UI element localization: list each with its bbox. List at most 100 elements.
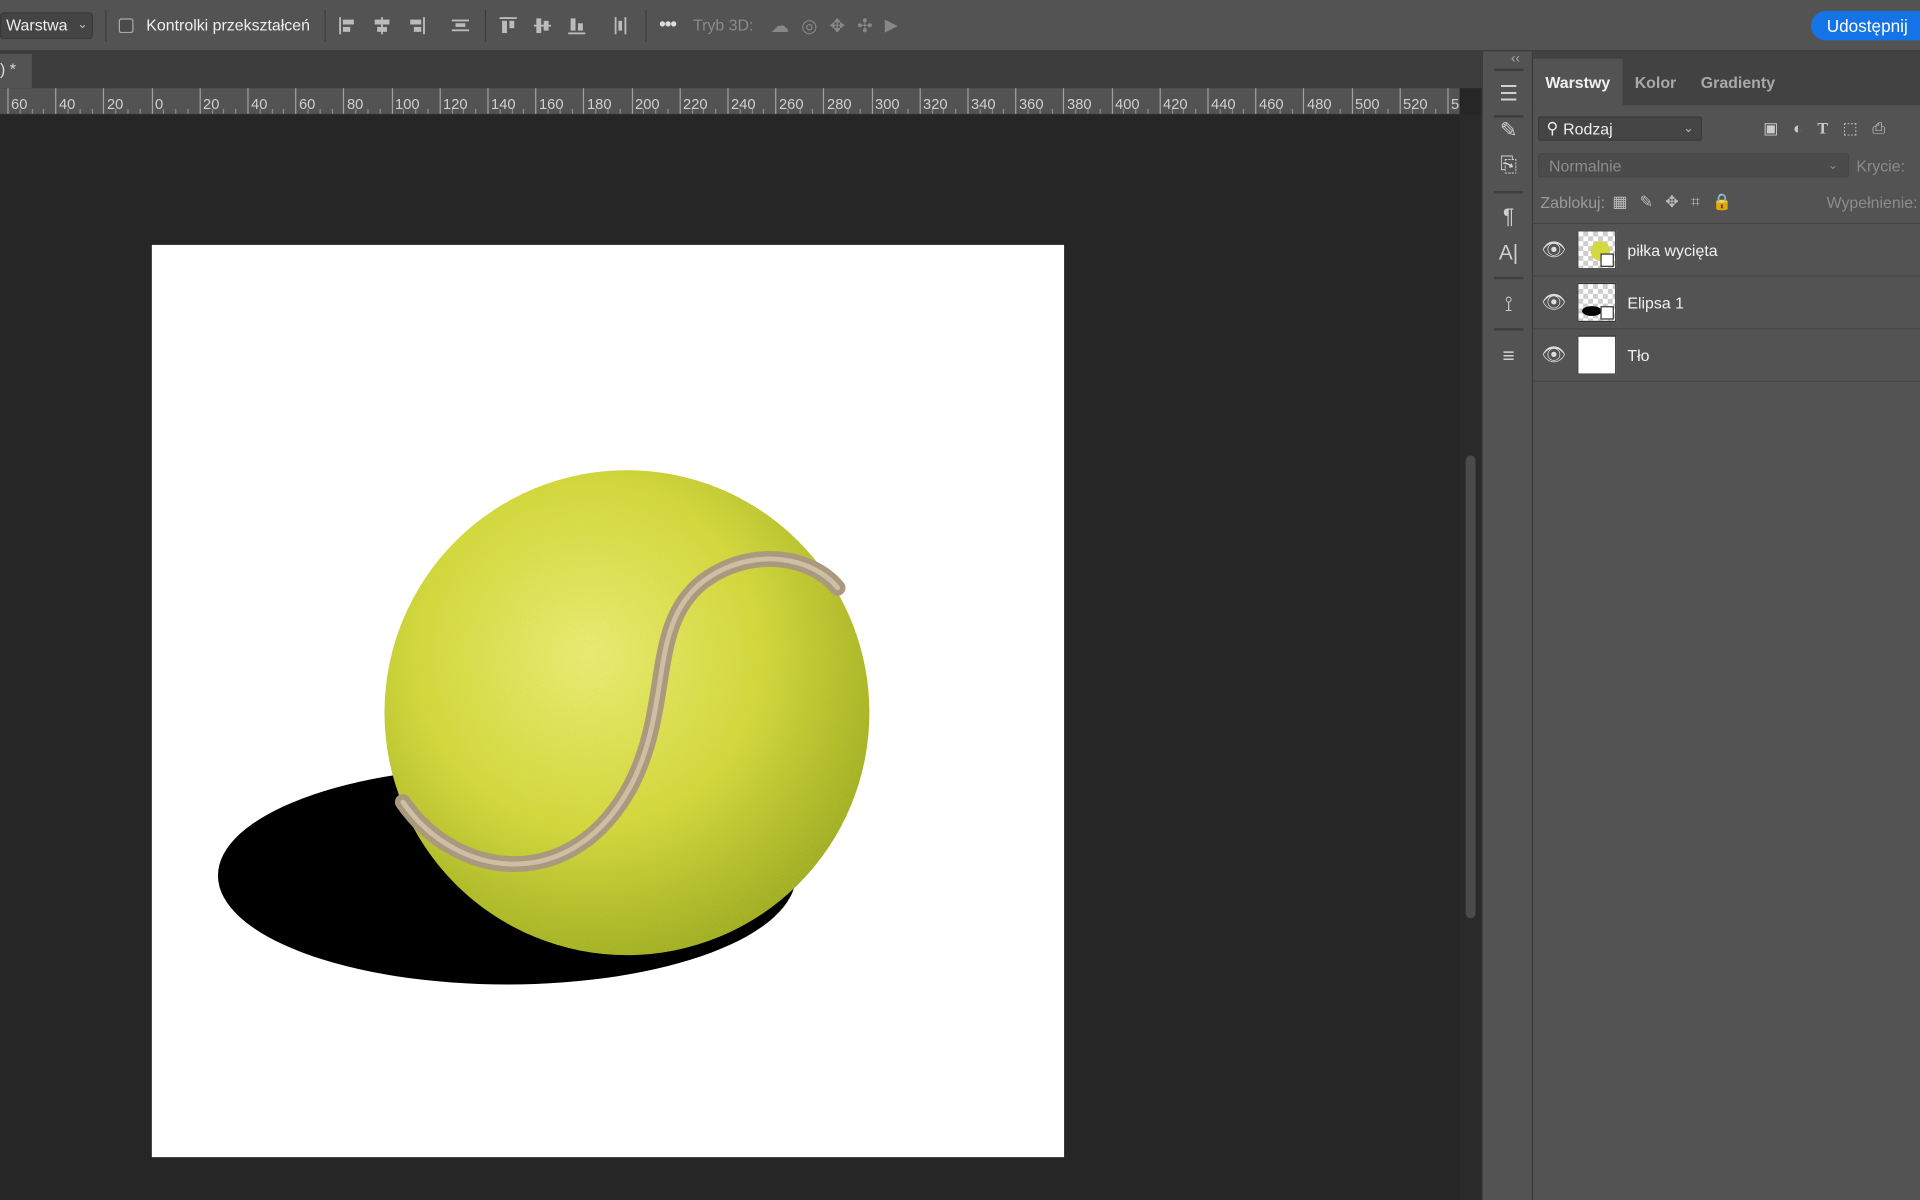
adjustment-layer-filter-icon[interactable]: ◐: [1793, 119, 1803, 139]
document-tab[interactable]: ) *: [0, 53, 32, 89]
lock-image-pixels-icon[interactable]: ✎: [1640, 192, 1653, 212]
more-options-icon[interactable]: •••: [659, 14, 677, 36]
visibility-eye-icon[interactable]: 👁: [1533, 238, 1575, 262]
ruler-minor-tick: [1003, 108, 1005, 114]
lock-label: Zablokuj:: [1540, 192, 1606, 212]
layers-list: 👁 piłka wycięta 👁 Elipsa 1 👁 Tło: [1533, 222, 1920, 383]
align-right-icon[interactable]: [407, 15, 427, 35]
layer-row[interactable]: 👁 Tło: [1533, 329, 1920, 383]
align-vertical-center-icon[interactable]: [533, 15, 553, 35]
slide-3d-icon[interactable]: ✣: [857, 14, 872, 36]
lock-all-icon[interactable]: 🔒: [1712, 192, 1732, 212]
properties-icon[interactable]: ☰: [1493, 78, 1525, 110]
horizontal-ruler[interactable]: 60 40 20 0 20 40 60 80 100 120 140 160 180 200 220 240 2…: [0, 88, 1460, 116]
transform-controls-label: Kontrolki przekształceń: [146, 15, 310, 35]
layer-row[interactable]: 👁 piłka wycięta: [1533, 224, 1920, 277]
dock-grip[interactable]: [1493, 68, 1524, 72]
tab-gradients[interactable]: Gradienty: [1689, 59, 1788, 106]
chevron-down-icon: ⌄: [1683, 121, 1694, 136]
dock-grip[interactable]: [1493, 276, 1524, 280]
auto-select-dropdown[interactable]: Warstwa ⌄: [0, 11, 94, 39]
ruler-minor-tick: [43, 108, 45, 114]
paragraph-icon[interactable]: ¶: [1493, 201, 1525, 233]
tab-color[interactable]: Kolor: [1622, 59, 1688, 106]
ruler-minor-tick: [1231, 108, 1233, 114]
collapse-panels-icon[interactable]: ‹‹: [1511, 51, 1520, 66]
orbit-3d-icon[interactable]: ☁: [771, 14, 789, 36]
ruler-minor-tick: [895, 108, 897, 114]
lock-artboard-icon[interactable]: ⌗: [1691, 192, 1700, 212]
lock-position-icon[interactable]: ✥: [1665, 192, 1678, 212]
ruler-minor-tick: [307, 108, 309, 114]
smart-object-filter-icon[interactable]: ⎙: [1872, 119, 1885, 139]
share-button[interactable]: Udostępnij: [1810, 11, 1920, 41]
drag-3d-icon[interactable]: ✥: [829, 14, 844, 36]
tab-layers[interactable]: Warstwy: [1533, 58, 1623, 106]
blend-mode-dropdown[interactable]: Normalnie ⌄: [1537, 153, 1849, 178]
align-top-icon[interactable]: [499, 15, 519, 35]
ruler-minor-tick: [331, 108, 333, 114]
scrollbar-thumb[interactable]: [1465, 455, 1476, 919]
document-canvas[interactable]: [151, 244, 1065, 1158]
type-layer-filter-icon[interactable]: T: [1817, 119, 1828, 139]
visibility-eye-icon[interactable]: 👁: [1533, 290, 1575, 314]
photoshop-window: Warstwa ⌄ Kontrolki przekształceń ••• Tr…: [0, 0, 1920, 1200]
visibility-eye-icon[interactable]: 👁: [1533, 343, 1575, 367]
canvas-artwork: [217, 470, 870, 985]
ruler-minor-tick: [943, 108, 945, 114]
dock-grip[interactable]: [1493, 328, 1524, 331]
ruler-tick: [343, 88, 345, 114]
shape-layer-filter-icon[interactable]: ⬚: [1843, 119, 1858, 139]
dock-grip[interactable]: [1493, 191, 1524, 194]
align-horizontal-center-icon[interactable]: [372, 15, 392, 35]
ruler-minor-tick: [859, 108, 861, 114]
ruler-minor-tick: [91, 108, 93, 114]
options-bar: Warstwa ⌄ Kontrolki przekształceń ••• Tr…: [0, 0, 1920, 52]
share-label: Udostępnij: [1826, 15, 1908, 36]
layer-row[interactable]: 👁 Elipsa 1: [1533, 277, 1920, 330]
roll-3d-icon[interactable]: ◎: [801, 14, 817, 36]
adjustments-icon[interactable]: ≡: [1493, 340, 1525, 372]
ruler-tick: [823, 88, 825, 114]
fill-label[interactable]: Wypełnienie:: [1827, 193, 1918, 211]
distribute-vertical-icon[interactable]: [451, 15, 471, 35]
ruler-minor-tick: [619, 108, 621, 114]
opacity-label[interactable]: Krycie:: [1856, 156, 1905, 174]
ruler-minor-tick: [643, 108, 645, 114]
tab-label: Kolor: [1634, 72, 1677, 92]
ruler-tick: [535, 88, 537, 114]
kind-filter-value: Rodzaj: [1563, 119, 1613, 138]
clone-source-icon[interactable]: ⎘: [1493, 149, 1525, 181]
layer-thumbnail: [1577, 282, 1617, 323]
camera-3d-icon[interactable]: ▶: [885, 15, 898, 36]
align-left-icon[interactable]: [338, 15, 358, 35]
ruler-minor-tick: [739, 108, 741, 114]
layer-name: piłka wycięta: [1627, 240, 1718, 259]
align-bottom-icon[interactable]: [567, 15, 587, 35]
distribute-horizontal-icon[interactable]: [611, 15, 631, 35]
vertical-scrollbar[interactable]: [1459, 115, 1482, 1200]
kind-filter-dropdown[interactable]: ⚲ Rodzaj ⌄: [1537, 116, 1703, 141]
chevron-down-icon: ⌄: [77, 18, 88, 32]
lock-transparent-pixels-icon[interactable]: ▦: [1612, 192, 1627, 212]
ruler-minor-tick: [571, 108, 573, 114]
ruler-minor-tick: [379, 108, 381, 114]
character-icon[interactable]: A|: [1493, 238, 1525, 270]
ruler-tick: [199, 88, 201, 114]
transform-controls-checkbox[interactable]: Kontrolki przekształceń: [119, 16, 310, 34]
ruler-minor-tick: [1075, 108, 1077, 114]
ruler-minor-tick: [547, 108, 549, 114]
ruler-minor-tick: [355, 108, 357, 114]
ruler-minor-tick: [1267, 108, 1269, 114]
ruler-minor-tick: [79, 108, 81, 114]
ruler-minor-tick: [787, 108, 789, 114]
brush-settings-icon[interactable]: ✎: [1493, 115, 1525, 147]
checkbox-box[interactable]: [119, 17, 135, 33]
ruler-tick: [679, 88, 681, 114]
ruler-minor-tick: [559, 108, 561, 114]
ruler-tick: [151, 88, 153, 114]
ruler-tick: [1063, 88, 1065, 114]
ruler-tick: [1303, 88, 1305, 114]
pixel-layer-filter-icon[interactable]: ▣: [1763, 119, 1778, 139]
paths-icon[interactable]: ⟟: [1493, 289, 1525, 321]
